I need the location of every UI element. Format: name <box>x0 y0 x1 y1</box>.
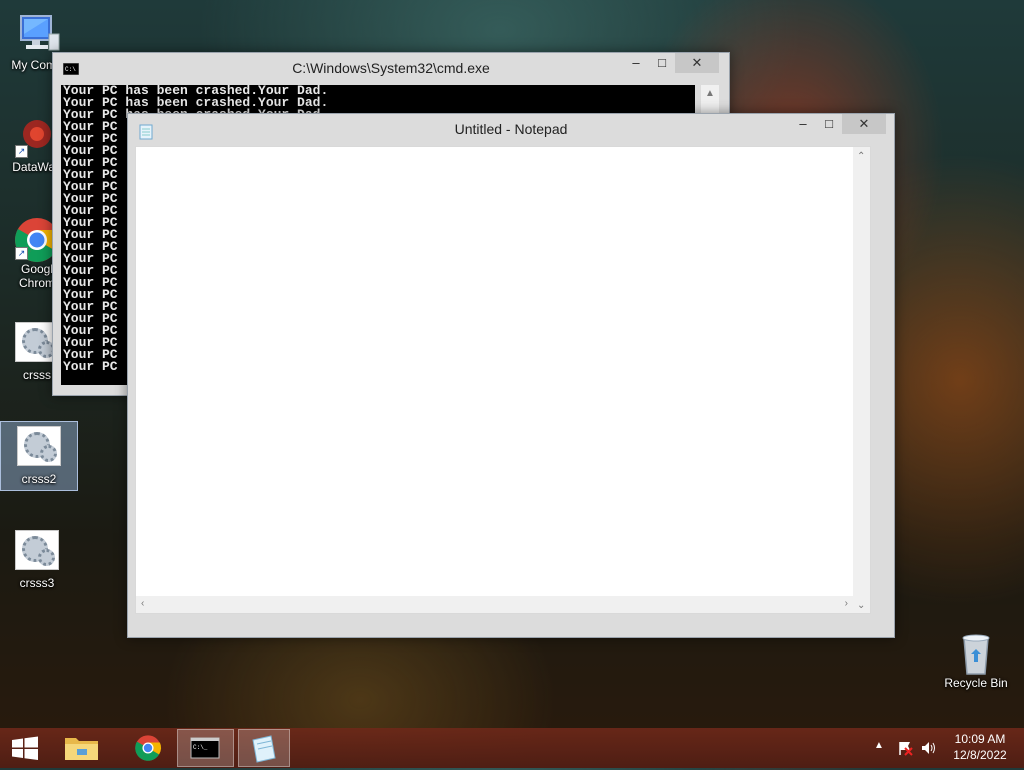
taskbar-notepad[interactable] <box>238 729 290 767</box>
taskbar-file-explorer[interactable] <box>56 729 108 767</box>
desktop-icon-crsss2[interactable]: crsss2 <box>0 421 78 491</box>
maximize-button[interactable]: □ <box>649 53 675 73</box>
computer-icon <box>13 12 61 56</box>
taskbar-chrome[interactable] <box>118 729 168 767</box>
config-gear-icon <box>13 530 61 574</box>
desktop-icon-recycle-bin[interactable]: Recycle Bin <box>936 626 1016 690</box>
svg-text:C:\_: C:\_ <box>193 744 208 751</box>
scroll-down-icon[interactable]: ⌄ <box>857 600 865 611</box>
notepad-icon <box>252 735 276 763</box>
clock-time: 10:09 AM <box>954 732 1006 746</box>
action-center-flag-icon[interactable] <box>897 740 913 756</box>
notepad-text-area[interactable]: ⌃ ⌄ ‹ › <box>135 146 871 614</box>
close-button[interactable]: ✕ <box>675 53 719 73</box>
scroll-up-icon[interactable]: ▲ <box>705 88 715 99</box>
chrome-icon <box>135 735 161 761</box>
desktop-icon-crsss3[interactable]: crsss3 <box>0 526 74 590</box>
clock-date: 12/8/2022 <box>953 748 1007 762</box>
close-button[interactable]: ✕ <box>842 114 886 134</box>
scroll-up-icon[interactable]: ⌃ <box>857 151 865 162</box>
cmd-vertical-scrollbar[interactable]: ▲ <box>701 85 719 113</box>
taskbar: C:\_ ▲ 10:09 AM 12/8/2022 <box>0 728 1024 768</box>
recycle-bin-icon <box>952 630 1000 675</box>
notepad-window[interactable]: Untitled - Notepad – □ ✕ ⌃ ⌄ ‹ › <box>127 113 895 638</box>
notepad-horizontal-scrollbar[interactable]: ‹ › <box>136 596 853 613</box>
desktop-icon-label: crsss2 <box>21 472 57 486</box>
maximize-button[interactable]: □ <box>816 114 842 134</box>
folder-icon <box>65 738 98 760</box>
desktop-icon-label: Recycle Bin <box>944 676 1008 690</box>
cmd-titlebar[interactable]: C:\ C:\Windows\System32\cmd.exe – □ ✕ <box>53 53 729 83</box>
taskbar-command-prompt[interactable]: C:\_ <box>177 729 234 767</box>
window-title: Untitled - Notepad <box>454 121 568 137</box>
console-icon: C:\_ <box>190 737 220 759</box>
start-button[interactable] <box>0 729 50 767</box>
desktop: { "desktop": { "icons": [ {"label": "My … <box>0 0 1024 768</box>
show-hidden-icons-button[interactable]: ▲ <box>874 740 884 751</box>
shortcut-arrow-icon: ↗ <box>15 145 28 158</box>
config-gear-icon <box>15 426 63 470</box>
windows-logo-icon <box>12 736 38 760</box>
desktop-icon-label: crsss3 <box>19 576 55 590</box>
notepad-titlebar[interactable]: Untitled - Notepad – □ ✕ <box>128 114 894 144</box>
scroll-left-icon[interactable]: ‹ <box>141 598 144 609</box>
notepad-vertical-scrollbar[interactable]: ⌃ ⌄ <box>853 147 870 613</box>
scroll-right-icon[interactable]: › <box>845 598 848 609</box>
shortcut-arrow-icon: ↗ <box>15 247 28 260</box>
minimize-button[interactable]: – <box>623 53 649 73</box>
volume-icon[interactable] <box>920 740 938 756</box>
system-clock[interactable]: 10:09 AM 12/8/2022 <box>944 732 1016 762</box>
minimize-button[interactable]: – <box>790 114 816 134</box>
